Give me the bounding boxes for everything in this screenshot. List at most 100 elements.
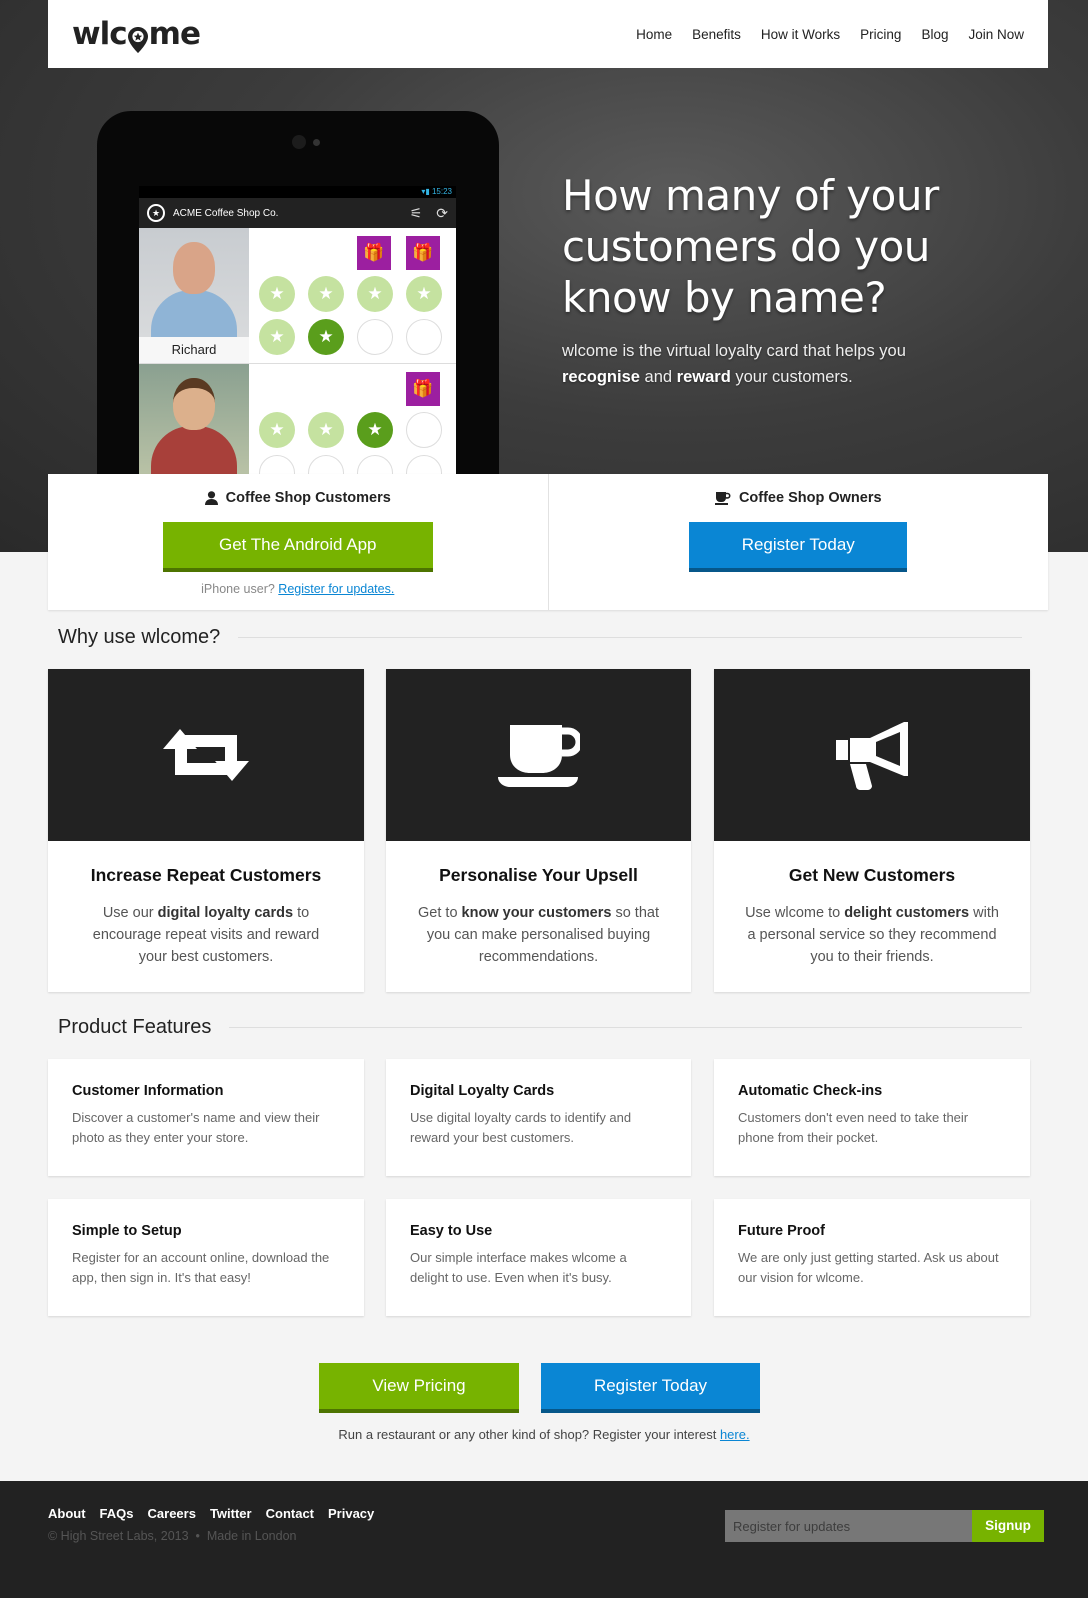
tablet-camera (292, 135, 306, 149)
app-logo-icon: ★ (147, 204, 165, 222)
iphone-note: iPhone user? Register for updates. (201, 582, 395, 596)
star-stamp-icon: ★ (308, 412, 344, 448)
customers-heading: Coffee Shop Customers (225, 490, 391, 506)
tablet-mockup: ▾▮ 15:23 ★ ACME Coffee Shop Co. ⚟ ⟳ Rich… (97, 111, 499, 491)
register-today-button[interactable]: Register Today (689, 522, 908, 572)
hero-title: How many of your customers do you know b… (562, 171, 939, 322)
megaphone-icon (836, 722, 908, 790)
empty-stamp (357, 319, 393, 355)
retweet-icon (163, 729, 249, 781)
main-nav: Home Benefits How it Works Pricing Blog … (636, 27, 1024, 42)
settings-sliders-icon: ⚟ (409, 204, 423, 221)
nav-home[interactable]: Home (636, 27, 672, 42)
feature-text: Use digital loyalty cards to identify an… (410, 1110, 632, 1145)
customers-cta: Coffee Shop Customers Get The Android Ap… (48, 474, 548, 610)
coffee-cup-icon (497, 725, 580, 787)
logo-text-left: wlc (72, 16, 128, 52)
star-stamp-icon: ★ (308, 276, 344, 312)
customer-row: 🎁 ★ ★ ★ (139, 364, 456, 491)
gift-reward-icon: 🎁 (406, 236, 440, 270)
nav-benefits[interactable]: Benefits (692, 27, 741, 42)
footer-careers[interactable]: Careers (148, 1506, 196, 1521)
tablet-screen: ▾▮ 15:23 ★ ACME Coffee Shop Co. ⚟ ⟳ Rich… (139, 186, 456, 491)
benefit-text: Use our digital loyalty cards to encoura… (92, 905, 320, 965)
view-pricing-button[interactable]: View Pricing (319, 1363, 519, 1413)
footer-privacy[interactable]: Privacy (328, 1506, 374, 1521)
copyright: © High Street Labs, 2013 • Made in Londo… (48, 1529, 297, 1543)
customer-photo (139, 364, 249, 491)
feature-text: Our simple interface makes wlcome a deli… (410, 1250, 627, 1285)
benefit-title: Personalise Your Upsell (439, 865, 638, 885)
footer-twitter[interactable]: Twitter (210, 1506, 252, 1521)
feature-title: Easy to Use (410, 1223, 493, 1239)
loyalty-card-grid: 🎁 🎁 ★ ★ ★ ★ ★ ★ (249, 228, 456, 363)
feature-card: Digital Loyalty Cards Use digital loyalt… (386, 1059, 691, 1176)
logo-text-right: me (148, 16, 201, 52)
signup-email-input[interactable] (725, 1510, 972, 1542)
star-stamp-icon: ★ (406, 276, 442, 312)
feature-card: Easy to Use Our simple interface makes w… (386, 1199, 691, 1316)
nav-how-it-works[interactable]: How it Works (761, 27, 840, 42)
get-android-app-button[interactable]: Get The Android App (162, 522, 433, 572)
footer: About FAQs Careers Twitter Contact Priva… (0, 1481, 1088, 1598)
nav-join-now[interactable]: Join Now (968, 27, 1024, 42)
empty-stamp (406, 412, 442, 448)
feature-text: Register for an account online, download… (72, 1250, 330, 1285)
benefit-title: Get New Customers (788, 865, 956, 885)
feature-text: We are only just getting started. Ask us… (738, 1250, 999, 1285)
top-navbar: wlc me Home Benefits How it Works Pricin… (48, 0, 1048, 68)
logo[interactable]: wlc me (72, 16, 201, 53)
nav-pricing[interactable]: Pricing (860, 27, 901, 42)
feature-text: Discover a customer's name and view thei… (72, 1110, 320, 1145)
footer-faqs[interactable]: FAQs (100, 1506, 134, 1521)
location-pin-icon (127, 25, 148, 53)
feature-title: Customer Information (72, 1083, 224, 1099)
why-section-title: Why use wlcome? (58, 626, 1022, 649)
android-status-bar: ▾▮ 15:23 (139, 186, 456, 198)
customer-name: Richard (139, 337, 249, 363)
star-stamp-active-icon: ★ (357, 412, 393, 448)
nav-blog[interactable]: Blog (921, 27, 948, 42)
customer-photo: Richard (139, 228, 249, 363)
benefit-text: Get to know your customers so that you c… (418, 905, 659, 965)
features-section-title: Product Features (58, 1016, 1022, 1039)
feature-card: Future Proof We are only just getting st… (714, 1199, 1030, 1316)
wifi-battery-icon: ▾▮ (421, 187, 432, 196)
star-stamp-icon: ★ (259, 319, 295, 355)
feature-text: Customers don't even need to take their … (738, 1110, 969, 1145)
empty-stamp (406, 319, 442, 355)
footer-contact[interactable]: Contact (266, 1506, 314, 1521)
feature-card: Simple to Setup Register for an account … (48, 1199, 364, 1316)
gift-reward-icon: 🎁 (406, 372, 440, 406)
signup-button[interactable]: Signup (972, 1510, 1044, 1542)
register-interest-link[interactable]: here. (720, 1427, 750, 1442)
feature-title: Future Proof (738, 1223, 825, 1239)
coffee-cup-icon (714, 491, 731, 505)
feature-title: Automatic Check-ins (738, 1083, 883, 1099)
benefit-text: Use wlcome to delight customers with a p… (745, 905, 999, 965)
register-today-button-bottom[interactable]: Register Today (541, 1363, 760, 1413)
bottom-cta: View Pricing Register Today (319, 1363, 760, 1413)
footer-about[interactable]: About (48, 1506, 86, 1521)
gift-reward-icon: 🎁 (357, 236, 391, 270)
refresh-icon: ⟳ (436, 204, 448, 221)
app-action-bar: ★ ACME Coffee Shop Co. ⚟ ⟳ (139, 198, 456, 228)
cta-panel: Coffee Shop Customers Get The Android Ap… (48, 474, 1048, 610)
benefit-card: Get New Customers Use wlcome to delight … (714, 669, 1030, 992)
feature-card: Automatic Check-ins Customers don't even… (714, 1059, 1030, 1176)
benefit-card: Personalise Your Upsell Get to know your… (386, 669, 691, 992)
loyalty-card-grid: 🎁 ★ ★ ★ (249, 364, 456, 491)
status-time: 15:23 (431, 187, 452, 196)
app-title: ACME Coffee Shop Co. (173, 207, 279, 219)
register-for-updates-link[interactable]: Register for updates. (278, 582, 394, 596)
footer-links: About FAQs Careers Twitter Contact Priva… (48, 1506, 374, 1521)
feature-title: Digital Loyalty Cards (410, 1083, 555, 1099)
hero-subtitle: wlcome is the virtual loyalty card that … (562, 342, 906, 386)
other-shops-note: Run a restaurant or any other kind of sh… (338, 1427, 750, 1442)
star-stamp-icon: ★ (357, 276, 393, 312)
star-stamp-icon: ★ (259, 276, 295, 312)
owners-heading: Coffee Shop Owners (738, 490, 882, 506)
tablet-sensor (313, 139, 320, 146)
benefit-title: Increase Repeat Customers (90, 865, 322, 885)
feature-title: Simple to Setup (72, 1223, 182, 1239)
